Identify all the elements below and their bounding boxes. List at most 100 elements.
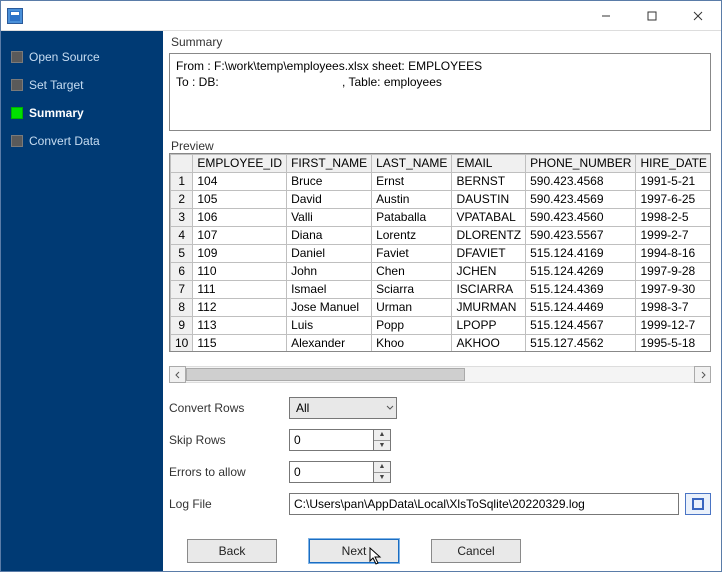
- table-cell[interactable]: VPATABAL: [452, 208, 526, 226]
- table-cell[interactable]: 1997-6-25: [636, 190, 711, 208]
- table-cell[interactable]: 111: [193, 280, 287, 298]
- next-button[interactable]: Next: [309, 539, 399, 563]
- table-cell[interactable]: 106: [193, 208, 287, 226]
- table-row[interactable]: 9113LuisPoppLPOPP515.124.45671999-12-7FI…: [171, 316, 712, 334]
- table-cell[interactable]: BERNST: [452, 172, 526, 190]
- spinner-down-icon[interactable]: ▼: [374, 441, 390, 451]
- table-row[interactable]: 1104BruceErnstBERNST590.423.45681991-5-2…: [171, 172, 712, 190]
- table-row[interactable]: 3106ValliPataballaVPATABAL590.423.456019…: [171, 208, 712, 226]
- table-cell[interactable]: Austin: [372, 190, 452, 208]
- spinner-up-icon[interactable]: ▲: [374, 430, 390, 441]
- table-cell[interactable]: 1997-9-28: [636, 262, 711, 280]
- table-cell[interactable]: ISCIARRA: [452, 280, 526, 298]
- table-cell[interactable]: 515.124.4469: [526, 298, 636, 316]
- step-convert-data[interactable]: Convert Data: [1, 127, 163, 155]
- skip-rows-input[interactable]: [289, 429, 373, 451]
- table-cell[interactable]: 112: [193, 298, 287, 316]
- table-row[interactable]: 2105DavidAustinDAUSTIN590.423.45691997-6…: [171, 190, 712, 208]
- table-cell[interactable]: JMURMAN: [452, 298, 526, 316]
- table-cell[interactable]: Lorentz: [372, 226, 452, 244]
- column-header[interactable]: EMAIL: [452, 154, 526, 172]
- table-row[interactable]: 5109DanielFavietDFAVIET515.124.41691994-…: [171, 244, 712, 262]
- table-cell[interactable]: 1994-8-16: [636, 244, 711, 262]
- table-cell[interactable]: 515.124.4369: [526, 280, 636, 298]
- column-header[interactable]: PHONE_NUMBER: [526, 154, 636, 172]
- table-cell[interactable]: Faviet: [372, 244, 452, 262]
- log-file-input[interactable]: [289, 493, 679, 515]
- column-header[interactable]: FIRST_NAME: [287, 154, 372, 172]
- table-row[interactable]: 7111IsmaelSciarraISCIARRA515.124.4369199…: [171, 280, 712, 298]
- row-number[interactable]: 5: [171, 244, 193, 262]
- table-cell[interactable]: 105: [193, 190, 287, 208]
- spinner-down-icon[interactable]: ▼: [374, 473, 390, 483]
- table-cell[interactable]: David: [287, 190, 372, 208]
- cancel-button[interactable]: Cancel: [431, 539, 521, 563]
- column-header[interactable]: EMPLOYEE_ID: [193, 154, 287, 172]
- table-cell[interactable]: 109: [193, 244, 287, 262]
- row-number[interactable]: 1: [171, 172, 193, 190]
- back-button[interactable]: Back: [187, 539, 277, 563]
- table-cell[interactable]: 1998-2-5: [636, 208, 711, 226]
- row-number[interactable]: 9: [171, 316, 193, 334]
- table-cell[interactable]: Khoo: [372, 334, 452, 352]
- table-cell[interactable]: 1991-5-21: [636, 172, 711, 190]
- table-cell[interactable]: 590.423.4569: [526, 190, 636, 208]
- spinner-up-icon[interactable]: ▲: [374, 462, 390, 473]
- table-cell[interactable]: AKHOO: [452, 334, 526, 352]
- row-number[interactable]: 3: [171, 208, 193, 226]
- table-cell[interactable]: Ernst: [372, 172, 452, 190]
- table-cell[interactable]: 104: [193, 172, 287, 190]
- table-cell[interactable]: Valli: [287, 208, 372, 226]
- table-row[interactable]: 10115AlexanderKhooAKHOO515.127.45621995-…: [171, 334, 712, 352]
- close-button[interactable]: [675, 1, 721, 31]
- table-row[interactable]: 4107DianaLorentzDLORENTZ590.423.55671999…: [171, 226, 712, 244]
- table-cell[interactable]: 515.124.4269: [526, 262, 636, 280]
- table-cell[interactable]: 1997-9-30: [636, 280, 711, 298]
- table-cell[interactable]: 590.423.5567: [526, 226, 636, 244]
- table-cell[interactable]: Alexander: [287, 334, 372, 352]
- table-cell[interactable]: Chen: [372, 262, 452, 280]
- scroll-track[interactable]: [186, 366, 694, 383]
- scroll-left-icon[interactable]: [169, 366, 186, 383]
- preview-horizontal-scrollbar[interactable]: [169, 366, 711, 383]
- table-cell[interactable]: 590.423.4568: [526, 172, 636, 190]
- errors-allow-input[interactable]: [289, 461, 373, 483]
- preview-table[interactable]: EMPLOYEE_IDFIRST_NAMELAST_NAMEEMAILPHONE…: [169, 153, 711, 352]
- step-summary[interactable]: Summary: [1, 99, 163, 127]
- log-file-browse-button[interactable]: [685, 493, 711, 515]
- row-number[interactable]: 7: [171, 280, 193, 298]
- scroll-right-icon[interactable]: [694, 366, 711, 383]
- table-cell[interactable]: DLORENTZ: [452, 226, 526, 244]
- table-cell[interactable]: Popp: [372, 316, 452, 334]
- errors-allow-spinner[interactable]: ▲ ▼: [289, 461, 391, 483]
- table-cell[interactable]: 1995-5-18: [636, 334, 711, 352]
- table-cell[interactable]: Urman: [372, 298, 452, 316]
- column-header[interactable]: LAST_NAME: [372, 154, 452, 172]
- step-set-target[interactable]: Set Target: [1, 71, 163, 99]
- table-cell[interactable]: Daniel: [287, 244, 372, 262]
- row-number[interactable]: 4: [171, 226, 193, 244]
- table-cell[interactable]: DAUSTIN: [452, 190, 526, 208]
- row-number[interactable]: 10: [171, 334, 193, 352]
- table-cell[interactable]: Luis: [287, 316, 372, 334]
- table-cell[interactable]: 115: [193, 334, 287, 352]
- table-cell[interactable]: 107: [193, 226, 287, 244]
- table-cell[interactable]: 1999-2-7: [636, 226, 711, 244]
- table-cell[interactable]: Sciarra: [372, 280, 452, 298]
- table-cell[interactable]: Jose Manuel: [287, 298, 372, 316]
- table-cell[interactable]: 113: [193, 316, 287, 334]
- table-cell[interactable]: 515.124.4169: [526, 244, 636, 262]
- table-cell[interactable]: 515.127.4562: [526, 334, 636, 352]
- table-cell[interactable]: John: [287, 262, 372, 280]
- table-cell[interactable]: JCHEN: [452, 262, 526, 280]
- scroll-thumb[interactable]: [186, 368, 465, 381]
- table-cell[interactable]: Bruce: [287, 172, 372, 190]
- table-row[interactable]: 8112Jose ManuelUrmanJMURMAN515.124.44691…: [171, 298, 712, 316]
- table-cell[interactable]: 1999-12-7: [636, 316, 711, 334]
- table-cell[interactable]: 110: [193, 262, 287, 280]
- table-cell[interactable]: DFAVIET: [452, 244, 526, 262]
- convert-rows-select[interactable]: All: [289, 397, 397, 419]
- step-open-source[interactable]: Open Source: [1, 43, 163, 71]
- maximize-button[interactable]: [629, 1, 675, 31]
- row-number[interactable]: 2: [171, 190, 193, 208]
